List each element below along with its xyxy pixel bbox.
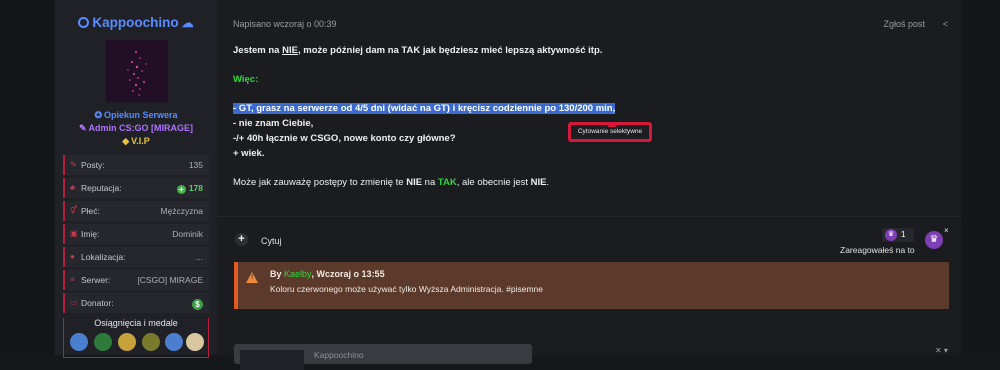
medal-icon[interactable] [94, 333, 112, 351]
stat-label: Imię: [81, 229, 100, 239]
rank-opiekun: ✪ Opiekun Serwera [94, 110, 178, 120]
server-icon: ≡ [70, 275, 75, 284]
stat-value: 135 [188, 160, 203, 170]
next-post-thumbnail [240, 350, 304, 370]
trophy-icon: ♛ [885, 229, 897, 241]
medals-box: Osiągnięcia i medale [63, 318, 209, 358]
id-card-icon: ▣ [70, 229, 78, 238]
collapse-control-icon[interactable]: ✕ ▾ [935, 346, 948, 355]
author-sidebar: Kappoochino ☁ ✪ Opiekun Serwera ✎ Admin CS:… [55, 0, 217, 358]
post-line-selected[interactable]: - GT, grasz na serwerze od 4/5 dni (wida… [233, 103, 616, 114]
medals-title: Osiągnięcia i medale [64, 318, 208, 328]
mod-name-link[interactable]: Kaelby [284, 269, 312, 279]
stat-value: +178 [176, 178, 203, 198]
author-username[interactable]: Kappoochino ☁ [55, 15, 217, 30]
post-line-item3: -/+ 40h łącznie w CSGO, nowe konto czy g… [233, 133, 456, 144]
stat-label: Serwer: [81, 275, 111, 285]
medal-icon[interactable] [142, 333, 160, 351]
post-content: Napisano wczoraj o 00:39 Zgłoś post < Je… [217, 0, 961, 370]
stat-label: Lokalizacja: [81, 252, 126, 262]
stat-label: Posty: [81, 160, 105, 170]
reacted-label: Zareagowałeś na to [840, 245, 915, 255]
post-line-item4: + wiek. [233, 148, 265, 159]
thumbs-up-icon: ♣ [70, 183, 76, 192]
lifebuoy-icon [78, 17, 90, 28]
quote-button[interactable]: Cytuj [261, 236, 282, 246]
stat-value: ... [195, 252, 203, 262]
map-pin-icon: ● [70, 252, 75, 261]
divider [217, 216, 961, 217]
next-post-card[interactable]: Kappoochino [234, 344, 532, 370]
stat-donator: ▭ Donator: $ [63, 293, 209, 313]
plus-circle-icon: + [176, 185, 186, 194]
moderator-note: By Kaelby, Wczoraj o 13:55 Koloru czerwo… [234, 262, 949, 309]
page-margin-left [0, 0, 55, 355]
mod-note-header: By Kaelby, Wczoraj o 13:55 [270, 269, 385, 279]
stat-value: $ [192, 293, 203, 313]
medal-icon[interactable] [118, 333, 136, 351]
avatar[interactable] [106, 40, 168, 102]
post-line-item2: - nie znam Ciebie, [233, 118, 314, 129]
stat-label: Płeć: [81, 206, 100, 216]
page-margin-right [961, 0, 1000, 355]
share-icon[interactable]: < [943, 19, 948, 29]
edit-icon: ✎ [70, 160, 77, 169]
stat-label: Donator: [81, 298, 114, 308]
stat-location: ● Lokalizacja: ... [63, 247, 209, 267]
stat-posts: ✎ Posty: 135 [63, 155, 209, 175]
stat-gender: ⚥ Płeć: Mężczyzna [63, 201, 209, 221]
medal-icon[interactable] [165, 333, 183, 351]
warning-icon [246, 272, 258, 283]
controller-icon: ✎ [78, 123, 87, 133]
diamond-icon: ◆ [122, 136, 130, 146]
mod-note-text: Koloru czerwonego może używać tylko Wyżs… [270, 284, 543, 294]
next-post-meta: Kappoochino [314, 350, 364, 360]
post-line-intro: Jestem na NIE, może później dam na TAK j… [233, 45, 603, 56]
trophy-react-button[interactable]: ♛ [925, 231, 943, 249]
gender-icon: ⚥ [70, 206, 78, 215]
stat-reputation: ♣ Reputacja: +178 [63, 178, 209, 198]
medal-icon[interactable] [70, 333, 88, 351]
post-line-wiec: Więc: [233, 74, 259, 85]
reaction-count-badge[interactable]: ♛ 1 [882, 228, 914, 242]
money-icon: ▭ [70, 298, 78, 307]
stat-label: Reputacja: [81, 183, 122, 193]
post-line-outro: Może jak zauważę postępy to zmienię te N… [233, 177, 550, 188]
stat-value: Mężczyzna [160, 206, 203, 216]
rank-admin: ✎ Admin CS:GO [MIRAGE] [78, 123, 194, 133]
lifebuoy-icon: ✪ [94, 110, 102, 120]
plus-icon[interactable]: + [235, 233, 248, 246]
medal-icon[interactable] [186, 333, 204, 351]
report-post-link[interactable]: Zgłoś post [883, 19, 925, 29]
cloud-icon: ☁ [181, 16, 194, 30]
stat-value: [CSGO] MIRAGE [137, 275, 203, 285]
selective-quote-tooltip[interactable]: Cytowanie selektywne [568, 122, 652, 142]
stat-name: ▣ Imię: Dominik [63, 224, 209, 244]
post-date[interactable]: Napisano wczoraj o 00:39 [233, 19, 337, 29]
remove-reaction-icon[interactable]: × [944, 226, 949, 235]
dollar-icon: $ [192, 299, 203, 310]
stat-server: ≡ Serwer: [CSGO] MIRAGE [63, 270, 209, 290]
stat-value: Dominik [172, 229, 203, 239]
rank-vip: ◆ V.I.P [122, 136, 150, 146]
